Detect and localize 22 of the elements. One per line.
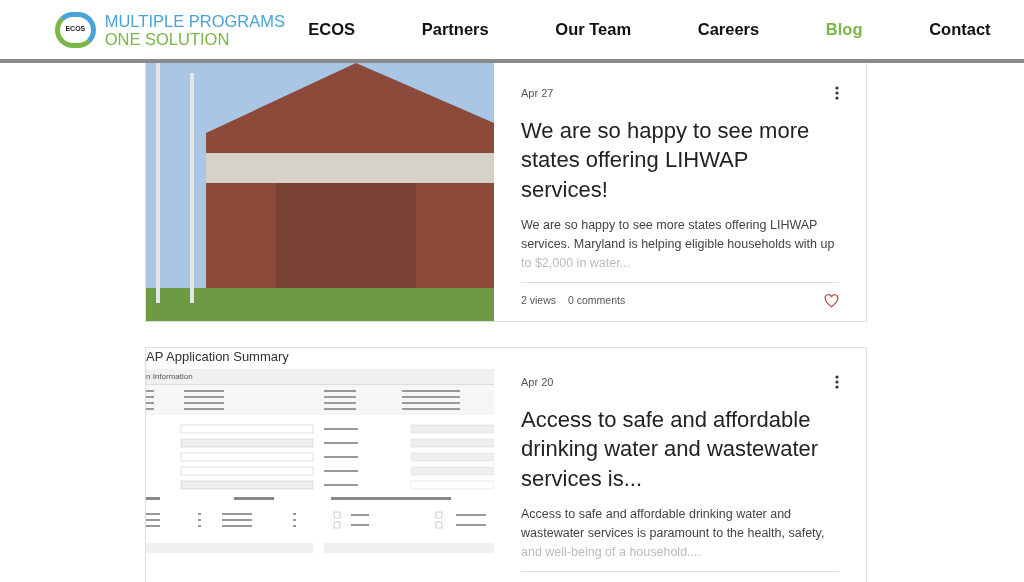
more-options-icon[interactable] — [835, 86, 839, 101]
nav-link[interactable]: Partners — [421, 17, 489, 42]
section-header: n Information — [146, 369, 494, 385]
comment-count: 0 comments — [568, 293, 626, 308]
post-date: Apr 20 — [521, 375, 554, 390]
nav-link[interactable]: ECOS — [308, 17, 356, 42]
post-title[interactable]: Access to safe and affordable drinking water and wastewater services is... — [521, 404, 839, 493]
post-title[interactable]: We are so happy to see more states offering LIHWAP services! — [521, 115, 839, 204]
post-excerpt: We are so happy to see more states offering LIHWAP services. Maryland is helping eligible households with up to $2,000 in water... — [521, 217, 836, 272]
blog-post-card[interactable] — [145, 63, 867, 322]
nav-link[interactable]: Contact — [929, 17, 991, 42]
post-excerpt: Access to safe and affordable drinking water and wastewater services is paramount to the health, safety, and well-being of a household.... — [521, 506, 826, 561]
screen-title: AP Application Summary — [146, 350, 290, 364]
logo-text: MULTIPLE PROGRAMS — [104, 11, 285, 30]
heart-icon[interactable] — [824, 293, 839, 308]
view-count: 2 views — [521, 293, 556, 308]
post-date: Apr 27 — [521, 86, 554, 101]
nav-link[interactable]: Careers — [697, 17, 760, 42]
more-options-icon[interactable] — [835, 375, 839, 390]
blog-post-card[interactable] — [145, 347, 867, 582]
nav-link[interactable]: Our Team — [555, 17, 632, 42]
logo-text: ONE SOLUTION — [104, 29, 231, 48]
